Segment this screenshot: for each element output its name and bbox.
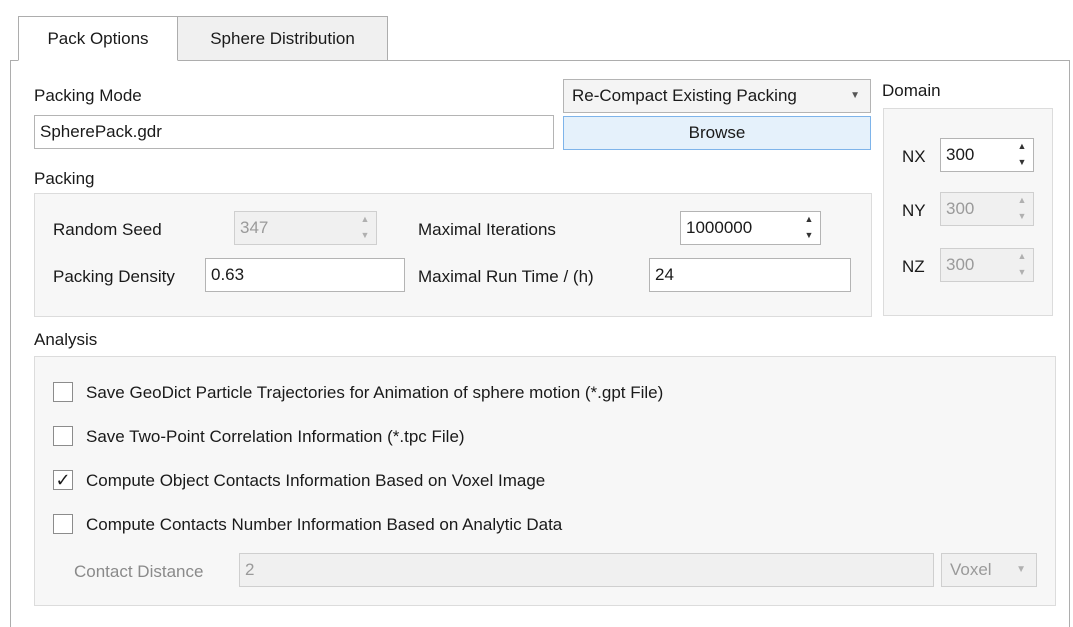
ny-spinbox: 300 ▲ ▼ — [940, 192, 1034, 226]
packing-density-label: Packing Density — [53, 267, 175, 286]
save-trajectories-label[interactable]: Save GeoDict Particle Trajectories for A… — [86, 383, 663, 403]
contacts-number-label[interactable]: Compute Contacts Number Information Base… — [86, 515, 562, 535]
max-iterations-spinbox[interactable]: 1000000 ▲ ▼ — [680, 211, 821, 245]
stepper-up-icon: ▲ — [1017, 251, 1027, 261]
stepper-down-icon: ▼ — [804, 230, 814, 240]
ny-value: 300 — [946, 199, 975, 218]
nz-label: NZ — [902, 257, 925, 276]
chevron-down-icon: ▼ — [1016, 564, 1026, 575]
stepper-up-icon: ▲ — [1017, 195, 1027, 205]
contact-distance-label: Contact Distance — [74, 562, 204, 581]
packing-section-label: Packing — [34, 169, 95, 188]
stepper-up-icon: ▲ — [804, 214, 814, 224]
packing-mode-label: Packing Mode — [34, 86, 142, 105]
checkmark-icon: ✓ — [55, 470, 71, 490]
random-seed-stepper: ▲ ▼ — [354, 212, 376, 244]
stepper-up-icon: ▲ — [1017, 141, 1027, 151]
tab-sphere-distribution[interactable]: Sphere Distribution — [177, 16, 388, 61]
packing-file-input[interactable]: SpherePack.gdr — [34, 115, 554, 149]
browse-button[interactable]: Browse — [563, 116, 871, 150]
stepper-up-icon: ▲ — [360, 214, 370, 224]
max-run-time-input[interactable]: 24 — [649, 258, 851, 292]
random-seed-label: Random Seed — [53, 220, 162, 239]
nz-spinbox: 300 ▲ ▼ — [940, 248, 1034, 282]
ny-label: NY — [902, 201, 926, 220]
save-trajectories-checkbox[interactable] — [53, 382, 73, 402]
nx-label: NX — [902, 147, 926, 166]
object-contacts-checkbox[interactable]: ✓ — [53, 470, 73, 490]
unit-dropdown: Voxel ▼ — [941, 553, 1037, 587]
unit-value: Voxel — [950, 560, 992, 579]
chevron-down-icon: ▼ — [850, 90, 860, 101]
analysis-section-label: Analysis — [34, 330, 98, 349]
max-iterations-value: 1000000 — [686, 218, 753, 237]
random-seed-spinbox: 347 ▲ ▼ — [234, 211, 377, 245]
max-iterations-stepper[interactable]: ▲ ▼ — [798, 212, 820, 244]
stepper-down-icon: ▼ — [360, 230, 370, 240]
random-seed-value: 347 — [240, 218, 269, 237]
stepper-down-icon: ▼ — [1017, 267, 1027, 277]
nx-value: 300 — [946, 145, 975, 164]
tab-pack-options[interactable]: Pack Options — [18, 16, 178, 61]
packing-mode-value: Re-Compact Existing Packing — [572, 86, 797, 105]
max-iterations-label: Maximal Iterations — [418, 220, 556, 239]
nx-stepper[interactable]: ▲ ▼ — [1011, 139, 1033, 171]
stepper-down-icon: ▼ — [1017, 211, 1027, 221]
save-two-point-checkbox[interactable] — [53, 426, 73, 446]
nx-spinbox[interactable]: 300 ▲ ▼ — [940, 138, 1034, 172]
contacts-number-checkbox[interactable] — [53, 514, 73, 534]
object-contacts-label[interactable]: Compute Object Contacts Information Base… — [86, 471, 545, 491]
domain-label: Domain — [882, 81, 941, 100]
save-two-point-label[interactable]: Save Two-Point Correlation Information (… — [86, 427, 465, 447]
nz-stepper: ▲ ▼ — [1011, 249, 1033, 281]
stepper-down-icon: ▼ — [1017, 157, 1027, 167]
nz-value: 300 — [946, 255, 975, 274]
max-run-time-label: Maximal Run Time / (h) — [418, 267, 594, 286]
ny-stepper: ▲ ▼ — [1011, 193, 1033, 225]
packing-density-input[interactable]: 0.63 — [205, 258, 405, 292]
packing-mode-dropdown[interactable]: Re-Compact Existing Packing ▼ — [563, 79, 871, 113]
contact-distance-input: 2 — [239, 553, 934, 587]
